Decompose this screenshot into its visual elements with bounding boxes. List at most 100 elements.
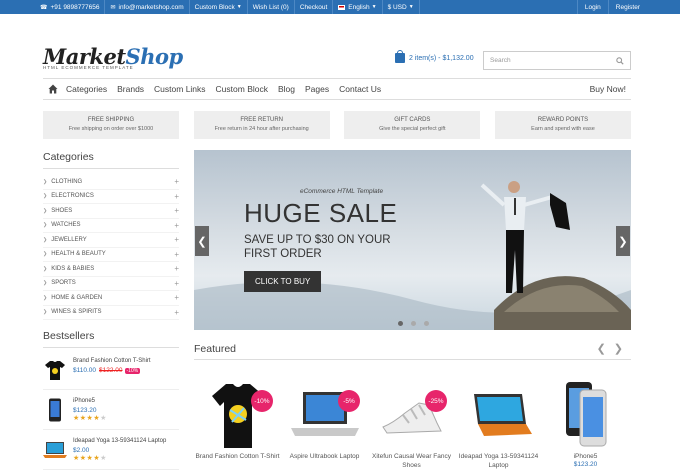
hero-banner[interactable]: eCommerce HTML Template HUGE SALE SAVE U…: [194, 150, 631, 330]
feature-text: Earn and spend with ease: [531, 126, 595, 132]
phone-number: +91 9898777656: [50, 3, 100, 11]
feature-text: Free shipping on order over $1000: [68, 126, 154, 132]
plus-icon[interactable]: +: [174, 206, 179, 215]
product-card[interactable]: iPhone5 $123.20: [542, 376, 629, 470]
product-card[interactable]: -5% Aspire Ultrabook Laptop: [281, 376, 368, 470]
category-item[interactable]: ❯ WATCHES +: [43, 219, 179, 233]
search-icon[interactable]: [616, 56, 624, 65]
nav-brands[interactable]: Brands: [117, 84, 144, 94]
phone-icon: ☎: [40, 4, 48, 11]
chevron-right-icon: ❯: [43, 236, 48, 243]
chevron-left-icon[interactable]: ❮: [597, 343, 614, 355]
product-card[interactable]: Ideapad Yoga 13-59341124 Laptop: [455, 376, 542, 470]
nav-custom-links[interactable]: Custom Links: [154, 84, 206, 94]
ultrabook-image[interactable]: [281, 376, 368, 454]
chevron-right-icon: ❯: [43, 178, 48, 185]
plus-icon[interactable]: +: [174, 279, 179, 288]
feature-text: Free return in 24 hour after purchasing: [214, 126, 309, 132]
cart-summary[interactable]: 2 item(s) - $1,132.00: [395, 50, 474, 63]
slide-dot[interactable]: [398, 321, 403, 326]
phone-link[interactable]: ☎ +91 9898777656: [40, 0, 106, 14]
logo-shop: Shop: [125, 44, 184, 69]
product-card[interactable]: -10% Brand Fashion Cotton T-Shirt: [194, 376, 281, 470]
nav-categories[interactable]: Categories: [66, 84, 107, 94]
email-link[interactable]: ✉ info@marketshop.com: [105, 0, 190, 14]
category-item[interactable]: ❯ CLOTHING +: [43, 175, 179, 190]
wishlist-link[interactable]: Wish List (0): [248, 0, 295, 14]
login-link[interactable]: Login: [576, 0, 608, 14]
featured-title: Featured: [194, 342, 237, 355]
category-item[interactable]: ❯ SHOES +: [43, 204, 179, 219]
slide-dot[interactable]: [424, 321, 429, 326]
product-name[interactable]: Brand Fashion Cotton T-Shirt: [73, 358, 151, 364]
plus-icon[interactable]: +: [174, 308, 179, 317]
shoes-image[interactable]: [368, 376, 455, 454]
bestseller-item[interactable]: Ideapad Yoga 13-59341124 Laptop $2.00 ★★…: [43, 434, 179, 470]
category-label: ELECTRONICS: [51, 193, 94, 200]
register-link[interactable]: Register: [607, 0, 647, 14]
checkout-label: Checkout: [299, 3, 328, 11]
main-nav: Categories Brands Custom Links Custom Bl…: [43, 78, 631, 100]
tshirt-image[interactable]: [194, 376, 281, 454]
banner-next-arrow[interactable]: ❯: [616, 226, 630, 256]
nav-contact-us[interactable]: Contact Us: [339, 84, 381, 94]
category-item[interactable]: ❯ JEWELLERY +: [43, 233, 179, 248]
product-price: $110.00: [73, 367, 97, 374]
category-item[interactable]: ❯ KIDS & BABIES +: [43, 262, 179, 277]
bestsellers-title: Bestsellers: [43, 330, 179, 348]
plus-icon[interactable]: +: [174, 192, 179, 201]
plus-icon[interactable]: +: [174, 250, 179, 259]
feature-title: FREE SHIPPING: [87, 117, 135, 123]
nav-blog[interactable]: Blog: [278, 84, 295, 94]
bestseller-item[interactable]: Brand Fashion Cotton T-Shirt $110.00 $122…: [43, 354, 179, 390]
laptop-image[interactable]: [455, 376, 542, 454]
bestsellers-panel: Bestsellers Brand Fashion Cotton T-Shirt…: [43, 330, 179, 474]
product-name[interactable]: Xitefun Causal Wear Fancy Shoes: [368, 452, 455, 470]
discount-badge: -25%: [425, 390, 447, 412]
product-name[interactable]: iPhone5: [542, 452, 629, 461]
language-dropdown[interactable]: English ▼: [333, 0, 383, 14]
laptop-thumbnail[interactable]: [43, 438, 67, 462]
categories-panel: Categories ❯ CLOTHING + ❯ ELECTRONICS + ❯ SHO…: [43, 151, 179, 320]
chevron-right-icon[interactable]: ❯: [614, 343, 631, 355]
plus-icon[interactable]: +: [174, 293, 179, 302]
discount-badge: -10%: [124, 368, 141, 374]
plus-icon[interactable]: +: [174, 177, 179, 186]
bestseller-item[interactable]: iPhone5 $123.20 ★★★★★: [43, 394, 179, 430]
product-name[interactable]: Ideapad Yoga 13-59341124 Laptop: [455, 452, 542, 470]
home-icon[interactable]: [48, 84, 58, 94]
category-item[interactable]: ❯ HOME & GARDEN +: [43, 291, 179, 306]
search-placeholder: Search: [490, 57, 511, 64]
feature-boxes: FREE SHIPPING Free shipping on order over…: [43, 111, 631, 139]
currency-dropdown[interactable]: $ USD ▼: [383, 0, 420, 14]
plus-icon[interactable]: +: [174, 235, 179, 244]
category-label: JEWELLERY: [51, 236, 87, 243]
cart-total: 2 item(s) - $1,132.00: [409, 54, 474, 62]
search-input[interactable]: Search: [483, 51, 631, 70]
category-item[interactable]: ❯ HEALTH & BEAUTY +: [43, 248, 179, 262]
plus-icon[interactable]: +: [174, 221, 179, 230]
category-item[interactable]: ❯ ELECTRONICS +: [43, 190, 179, 204]
buy-now-link[interactable]: Buy Now!: [590, 84, 626, 94]
product-name[interactable]: iPhone5: [73, 398, 107, 404]
phone-thumbnail[interactable]: [43, 398, 67, 422]
checkout-link[interactable]: Checkout: [295, 0, 334, 14]
banner-prev-arrow[interactable]: ❮: [195, 226, 209, 256]
product-name[interactable]: Brand Fashion Cotton T-Shirt: [194, 452, 281, 461]
click-to-buy-button[interactable]: CLICK TO BUY: [244, 271, 322, 292]
tshirt-thumbnail[interactable]: [43, 358, 67, 382]
category-item[interactable]: ❯ SPORTS +: [43, 277, 179, 291]
plus-icon[interactable]: +: [174, 264, 179, 273]
custom-block-dropdown[interactable]: Custom Block ▼: [190, 0, 248, 14]
chevron-right-icon: ❯: [43, 309, 48, 316]
product-name[interactable]: Ideapad Yoga 13-59341124 Laptop: [73, 438, 166, 444]
product-card[interactable]: -25% Xitefun Causal Wear Fancy Shoes: [368, 376, 455, 470]
slide-dot[interactable]: [411, 321, 416, 326]
nav-custom-block[interactable]: Custom Block: [216, 84, 268, 94]
category-item[interactable]: ❯ WINES & SPIRITS +: [43, 306, 179, 320]
product-name[interactable]: Aspire Ultrabook Laptop: [281, 452, 368, 461]
discount-badge: -10%: [251, 390, 273, 412]
iphone-image[interactable]: [542, 376, 629, 454]
feature-free-return: FREE RETURN Free return in 24 hour after …: [193, 111, 330, 139]
nav-pages[interactable]: Pages: [305, 84, 329, 94]
